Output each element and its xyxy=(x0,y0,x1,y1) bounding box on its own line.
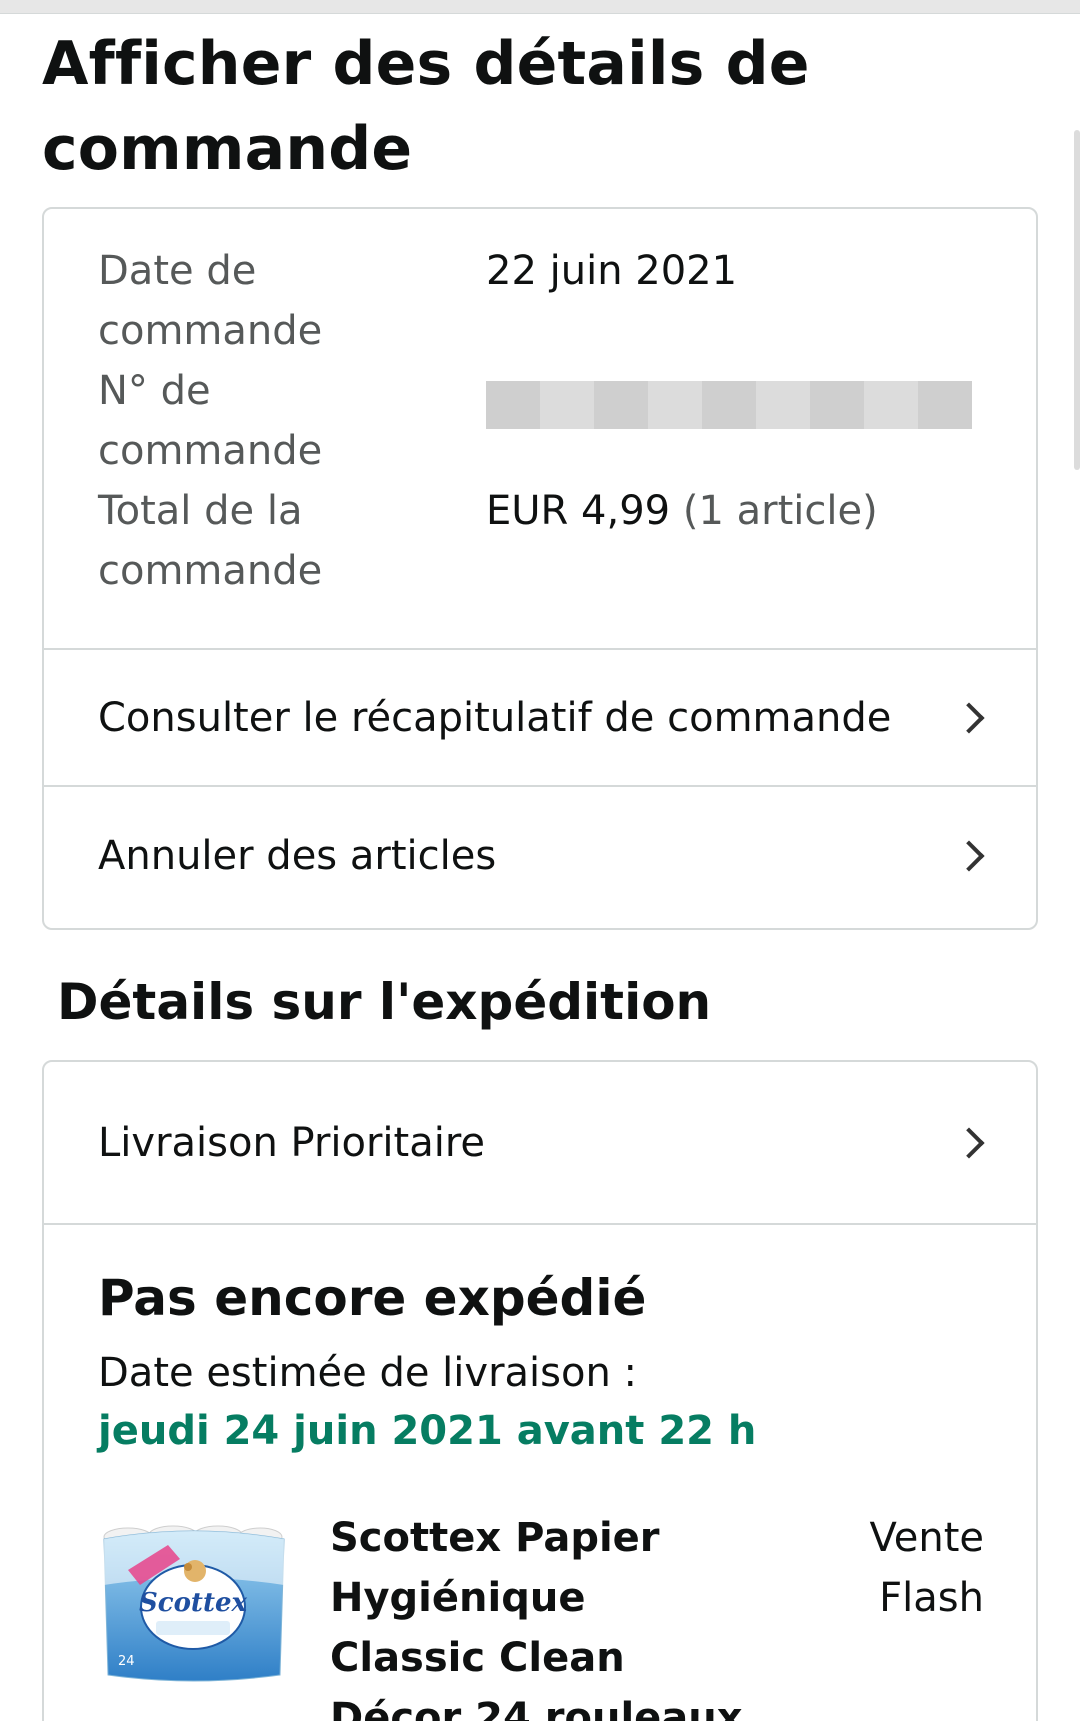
order-number-redacted xyxy=(486,381,972,429)
order-total-label: Total de la commande xyxy=(98,488,323,594)
cancel-items-label: Annuler des articles xyxy=(98,832,497,879)
view-order-summary-row[interactable]: Consulter le récapitulatif de commande xyxy=(44,650,1036,787)
cancel-items-row[interactable]: Annuler des articles xyxy=(44,787,1036,924)
product-image[interactable]: Scottex 24 xyxy=(98,1515,288,1685)
delivery-estimate-date: jeudi 24 juin 2021 avant 22 h xyxy=(98,1408,757,1454)
order-date-label: Date de commande xyxy=(98,248,323,354)
product-image-count: 24 xyxy=(118,1654,135,1669)
product-title[interactable]: Scottex Papier Hygiénique Classic Clean … xyxy=(330,1508,750,1721)
order-summary-card: Date de commande 22 juin 2021 N° de comm… xyxy=(42,207,1038,930)
order-date-value: 22 juin 2021 xyxy=(486,248,738,294)
chevron-right-icon xyxy=(953,839,985,872)
chevron-right-icon xyxy=(953,1126,985,1159)
delivery-method-row[interactable]: Livraison Prioritaire xyxy=(44,1062,1036,1225)
shipment-details: Pas encore expédié Date estimée de livra… xyxy=(44,1225,1036,1721)
chevron-right-icon xyxy=(953,701,985,734)
product-image-brand: Scottex xyxy=(139,1588,248,1618)
order-details-page: Afficher des détails de commande Date de… xyxy=(0,0,1080,1721)
order-total-value: EUR 4,99 (1 article) xyxy=(486,481,878,541)
view-order-summary-label: Consulter le récapitulatif de commande xyxy=(98,694,892,741)
delivery-method-label: Livraison Prioritaire xyxy=(98,1119,486,1166)
top-bar xyxy=(0,0,1080,14)
shipment-status: Pas encore expédié xyxy=(98,1269,647,1327)
page-title: Afficher des détails de commande xyxy=(42,29,810,184)
deal-badge: Vente Flash xyxy=(869,1515,984,1621)
order-info: Date de commande 22 juin 2021 N° de comm… xyxy=(44,209,1036,650)
order-total-items: (1 article) xyxy=(682,488,878,534)
order-number-label: N° de commande xyxy=(98,368,323,474)
shipping-card: Livraison Prioritaire Pas encore expédié… xyxy=(42,1060,1038,1721)
order-total-amount: EUR 4,99 xyxy=(486,488,671,534)
shipping-section-title: Détails sur l'expédition xyxy=(57,973,712,1031)
delivery-estimate-label: Date estimée de livraison : xyxy=(98,1350,638,1396)
scrollbar[interactable] xyxy=(1074,130,1080,470)
